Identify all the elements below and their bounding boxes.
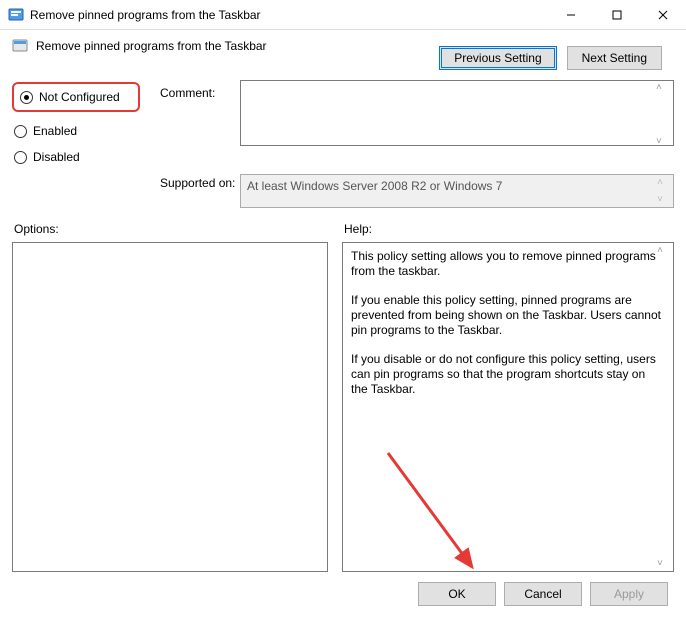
- help-panel: This policy setting allows you to remove…: [342, 242, 674, 572]
- options-panel: [12, 242, 328, 572]
- footer: OK Cancel Apply: [0, 572, 686, 616]
- policy-title: Remove pinned programs from the Taskbar: [36, 39, 267, 53]
- titlebar: Remove pinned programs from the Taskbar: [0, 0, 686, 30]
- radio-label: Disabled: [33, 150, 80, 164]
- banner: Remove pinned programs from the Taskbar …: [0, 30, 686, 70]
- previous-setting-button[interactable]: Previous Setting: [439, 46, 556, 70]
- supported-row: Supported on: At least Windows Server 20…: [0, 170, 686, 208]
- maximize-button[interactable]: [594, 0, 640, 30]
- help-text: If you disable or do not configure this …: [351, 352, 665, 397]
- comment-label: Comment:: [160, 86, 240, 100]
- ok-button[interactable]: OK: [418, 582, 496, 606]
- help-text: This policy setting allows you to remove…: [351, 249, 665, 279]
- close-button[interactable]: [640, 0, 686, 30]
- scrollbar-icon: ˄˅: [657, 245, 671, 569]
- help-label: Help:: [342, 214, 674, 242]
- supported-on-value: At least Windows Server 2008 R2 or Windo…: [247, 179, 502, 193]
- next-setting-button[interactable]: Next Setting: [567, 46, 662, 70]
- minimize-button[interactable]: [548, 0, 594, 30]
- radio-icon: [14, 125, 27, 138]
- radio-icon: [20, 91, 33, 104]
- radio-not-configured[interactable]: Not Configured: [18, 88, 132, 106]
- options-label: Options:: [12, 214, 328, 242]
- window-title: Remove pinned programs from the Taskbar: [30, 8, 548, 22]
- settings-icon: [12, 38, 28, 54]
- supported-on-label: Supported on:: [160, 176, 240, 190]
- window-controls: [548, 0, 686, 30]
- comment-textarea[interactable]: [240, 80, 674, 146]
- radio-label: Not Configured: [39, 90, 120, 104]
- policy-icon: [8, 7, 24, 23]
- apply-button[interactable]: Apply: [590, 582, 668, 606]
- config-row: Not Configured Enabled Disabled Comment:…: [0, 70, 686, 170]
- annotation-highlight: Not Configured: [12, 82, 140, 112]
- cancel-button[interactable]: Cancel: [504, 582, 582, 606]
- supported-on-field: At least Windows Server 2008 R2 or Windo…: [240, 174, 674, 208]
- radio-label: Enabled: [33, 124, 77, 138]
- lower-area: Options: Help: This policy setting allow…: [0, 208, 686, 572]
- help-text: If you enable this policy setting, pinne…: [351, 293, 665, 338]
- state-column: Not Configured Enabled Disabled: [12, 76, 160, 170]
- radio-enabled[interactable]: Enabled: [12, 118, 160, 144]
- radio-icon: [14, 151, 27, 164]
- scrollbar-icon: ˄˅: [657, 177, 671, 205]
- radio-disabled[interactable]: Disabled: [12, 144, 160, 170]
